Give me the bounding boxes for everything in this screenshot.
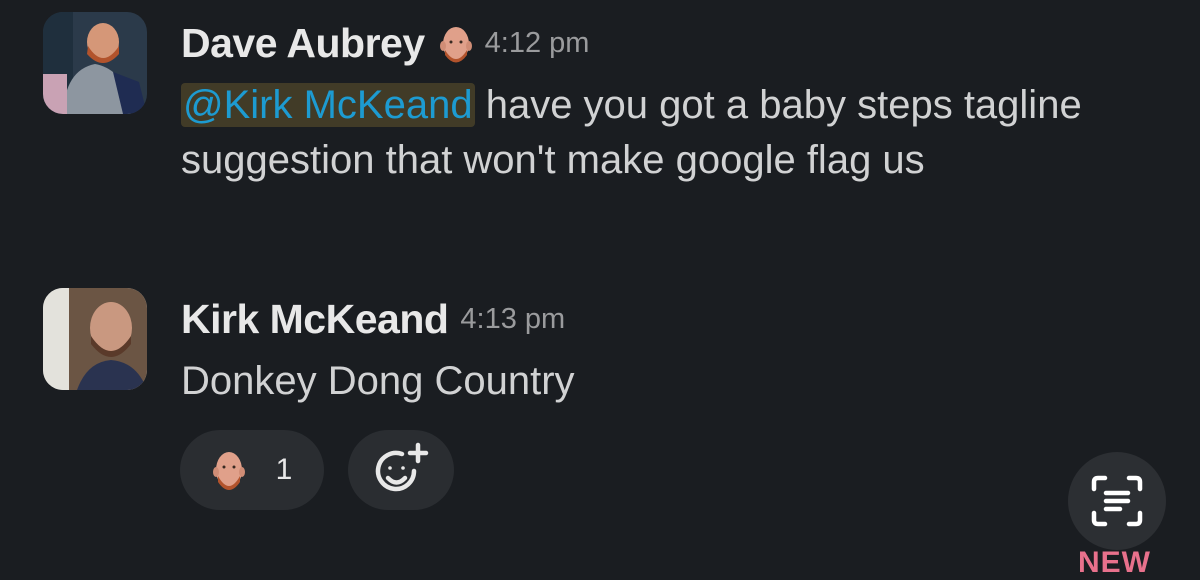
- scan-text-button[interactable]: [1068, 452, 1166, 550]
- bald-face-emoji-icon: [212, 446, 246, 494]
- author-name[interactable]: Kirk McKeand: [181, 296, 449, 343]
- timestamp[interactable]: 4:12 pm: [485, 27, 590, 60]
- reactions-bar: 1: [180, 430, 454, 510]
- message-header: Kirk McKeand 4:13 pm: [181, 296, 565, 343]
- avatar[interactable]: [43, 12, 147, 114]
- add-reaction-icon: [372, 441, 430, 499]
- add-reaction-button[interactable]: [348, 430, 454, 510]
- user-mention[interactable]: @Kirk McKeand: [181, 83, 475, 127]
- message-text: Donkey Dong Country: [181, 359, 575, 403]
- new-badge: NEW: [1078, 546, 1151, 579]
- avatar[interactable]: [43, 288, 147, 390]
- reaction-count: 1: [275, 453, 293, 486]
- reaction-pill[interactable]: 1: [180, 430, 324, 510]
- message-header: Dave Aubrey 4:12 pm: [181, 20, 589, 67]
- timestamp[interactable]: 4:13 pm: [460, 303, 565, 336]
- scan-text-icon: [1090, 474, 1144, 528]
- author-name[interactable]: Dave Aubrey: [181, 20, 425, 67]
- bald-face-status-icon: [439, 22, 473, 66]
- message-text: @Kirk McKeand have you got a baby steps …: [181, 78, 1171, 188]
